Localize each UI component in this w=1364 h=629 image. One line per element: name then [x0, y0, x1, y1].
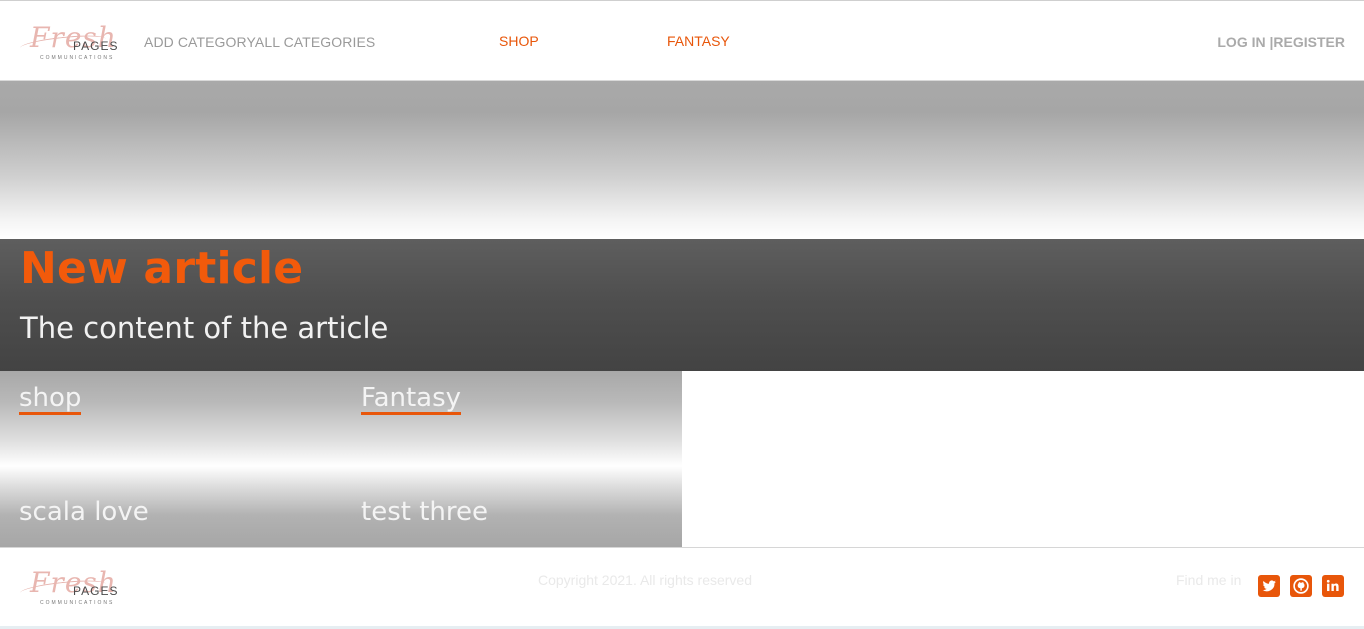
article-card: New article The content of the article — [0, 239, 1364, 371]
category-link-fantasy[interactable]: Fantasy — [361, 384, 462, 415]
footer-logo-subtitle: COMMUNICATIONS — [40, 600, 115, 606]
twitter-icon[interactable] — [1258, 575, 1280, 597]
nav-all-categories-link[interactable]: ALL CATEGORIES — [255, 34, 375, 50]
logo-word: PAGES — [73, 39, 119, 53]
logo-subtitle: COMMUNICATIONS — [40, 55, 115, 61]
footer-logo-word: PAGES — [73, 584, 119, 598]
category-link-shop[interactable]: shop — [19, 384, 82, 415]
category-scala-love[interactable]: scala love — [19, 497, 149, 527]
site-logo[interactable]: Fresh PAGES COMMUNICATIONS — [19, 23, 128, 63]
login-link[interactable]: LOG IN — [1217, 34, 1265, 50]
register-link[interactable]: REGISTER — [1273, 34, 1345, 50]
article-title: New article — [20, 243, 304, 294]
linkedin-icon[interactable] — [1322, 575, 1344, 597]
article-content: The content of the article — [20, 311, 389, 345]
nav-shop-link[interactable]: SHOP — [499, 33, 539, 49]
hero-banner — [0, 81, 1364, 239]
nav-fantasy-link[interactable]: FANTASY — [667, 33, 730, 49]
find-me-label: Find me in — [1176, 572, 1242, 588]
auth-links: LOG IN |REGISTER — [1217, 34, 1345, 50]
category-test-three[interactable]: test three — [361, 497, 488, 527]
category-grid: shop Fantasy scala love test three — [0, 371, 682, 547]
github-icon[interactable] — [1290, 575, 1312, 597]
site-footer: Fresh PAGES COMMUNICATIONS Copyright 202… — [0, 547, 1364, 629]
copyright-text: Copyright 2021. All rights reserved — [538, 572, 752, 588]
footer-logo[interactable]: Fresh PAGES COMMUNICATIONS — [19, 568, 128, 608]
site-header: Fresh PAGES COMMUNICATIONS ADD CATEGORYA… — [0, 1, 1364, 81]
nav-add-category-link[interactable]: ADD CATEGORY — [144, 34, 255, 50]
nav-left: ADD CATEGORYALL CATEGORIES — [144, 34, 375, 50]
